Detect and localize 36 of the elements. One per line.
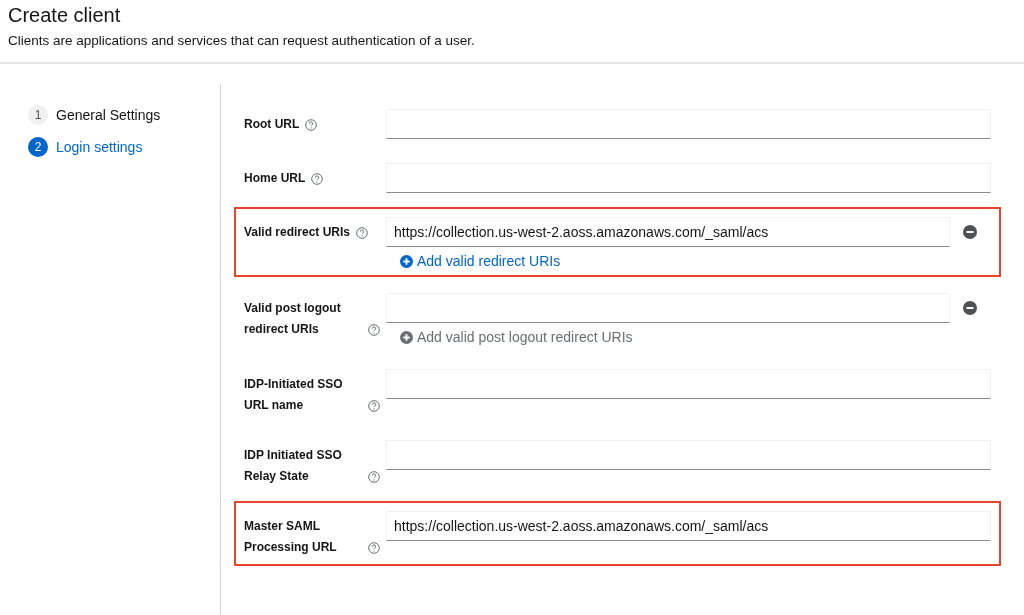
url-input[interactable]: https://collection.us-west-2.aoss.amazonaws.com/_saml/acs [386,217,950,247]
url-input[interactable] [386,293,950,323]
remove-button[interactable] [963,225,977,239]
add-link[interactable]: Add valid redirect URIs [400,253,561,269]
step-number: 1 [28,105,48,125]
help-icon[interactable] [368,542,380,554]
step-number: 2 [28,137,48,157]
field-label: Root URL [244,116,300,133]
help-icon[interactable] [356,227,369,239]
field-label: Master SAML Processing URL [244,518,338,556]
help-icon[interactable] [368,400,380,412]
page-description: Clients are applications and services that can request authentication of a user. [8,33,476,48]
remove-button[interactable] [963,301,977,315]
page-title: Create client [8,4,122,27]
field-label: Home URL [244,170,306,187]
plus-circle-icon [400,254,413,268]
help-icon[interactable] [368,324,380,336]
plus-circle-icon [400,330,413,344]
wizard-step[interactable]: 2 Login settings [28,137,143,157]
help-icon[interactable] [311,173,324,185]
wizard-step[interactable]: 1 General Settings [28,105,161,125]
url-input[interactable] [386,163,991,193]
step-label: General Settings [56,107,161,123]
url-input[interactable] [386,369,991,399]
field-label: Valid post logout redirect URIs [244,300,342,338]
field-label: IDP-Initiated SSO URL name [244,376,344,414]
field-label: Valid redirect URIs [244,224,351,241]
url-input[interactable]: https://collection.us-west-2.aoss.amazonaws.com/_saml/acs [386,511,991,541]
field-label: IDP Initiated SSO Relay State [244,447,343,485]
step-label: Login settings [56,139,143,155]
url-input[interactable] [386,440,991,470]
help-icon[interactable] [368,471,380,483]
minus-circle-icon [963,225,977,239]
help-icon[interactable] [305,119,318,131]
url-input[interactable] [386,109,991,139]
minus-circle-icon [963,301,977,315]
